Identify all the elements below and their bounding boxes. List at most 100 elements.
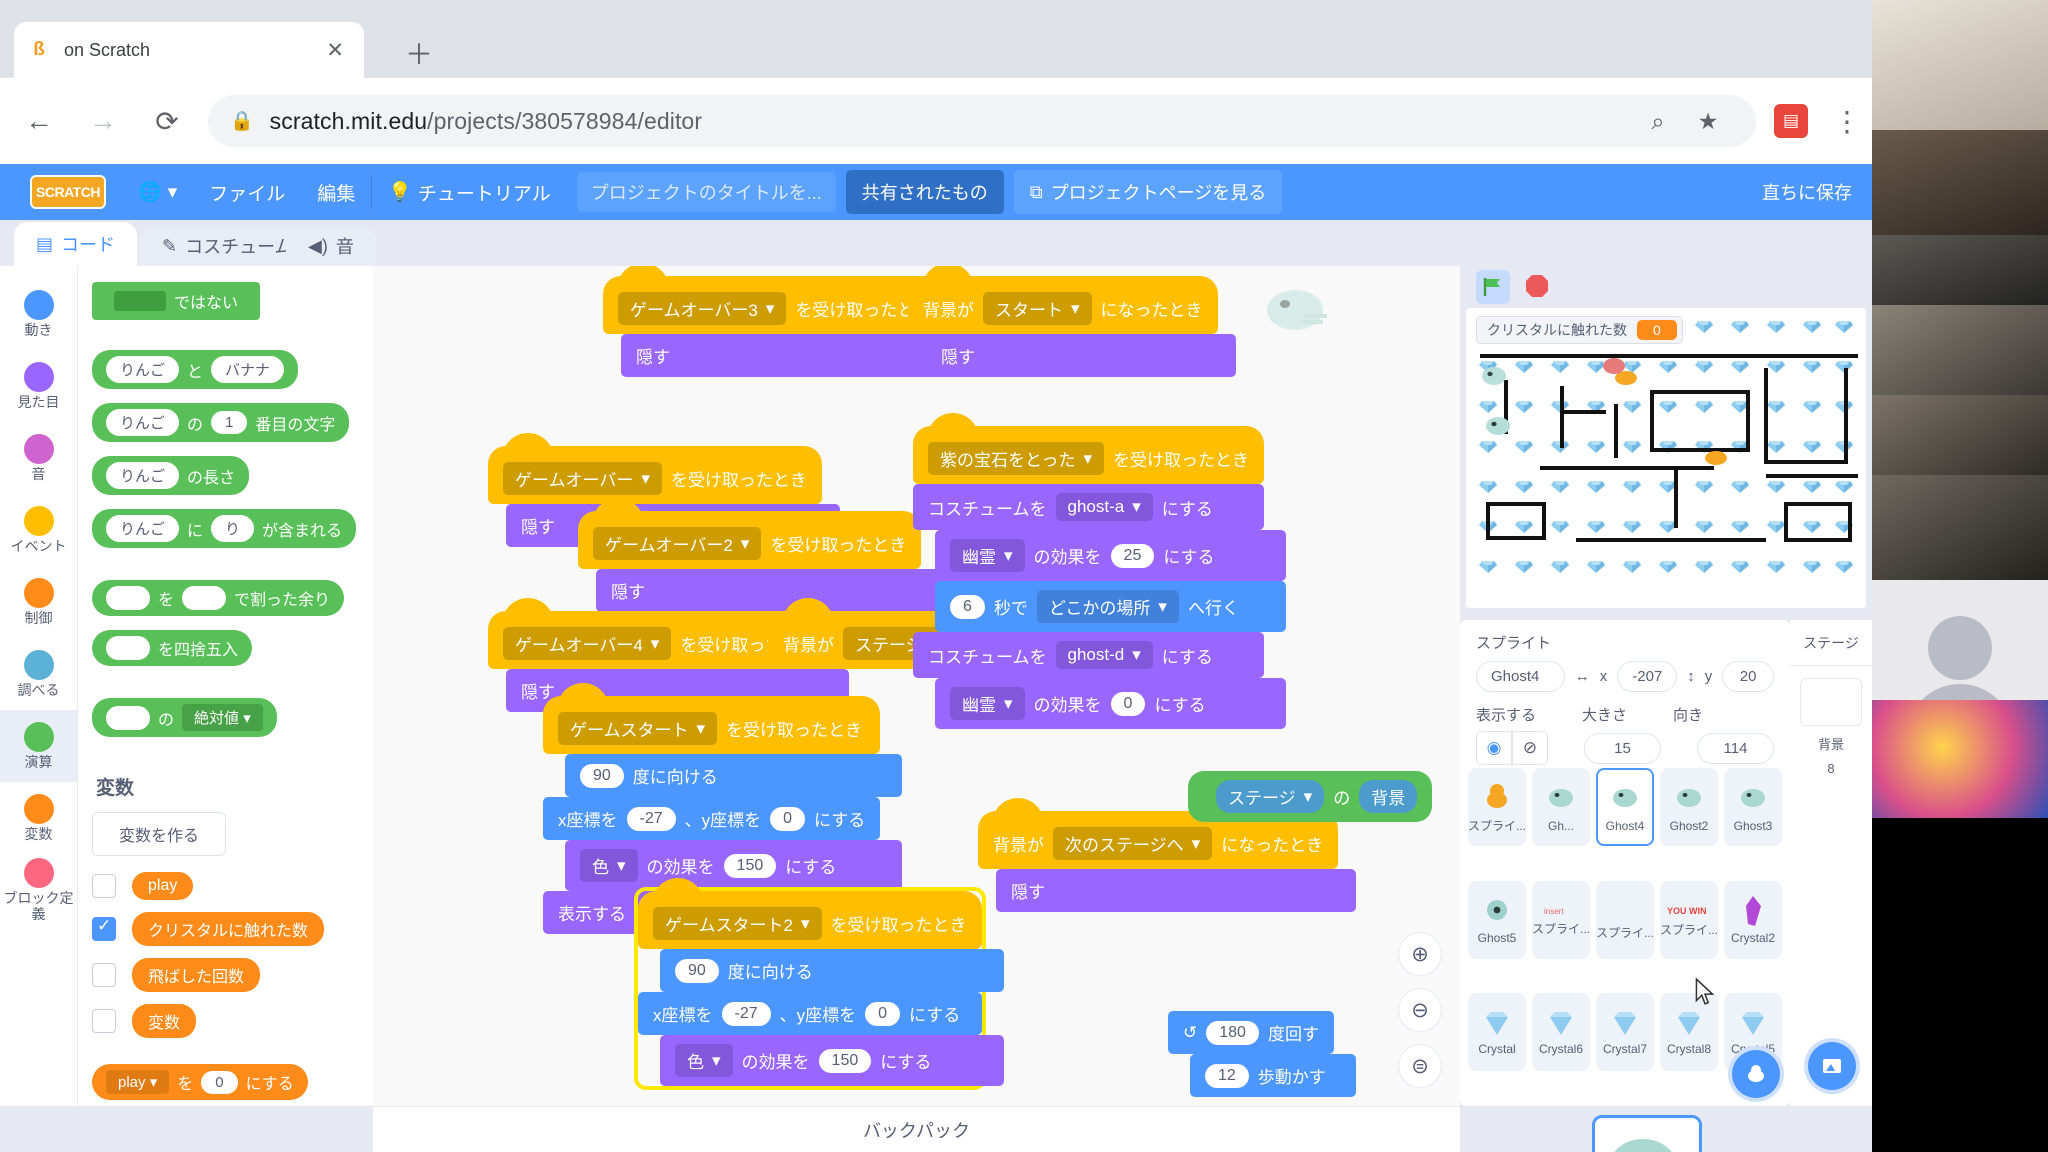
- participant-video-5[interactable]: [1872, 395, 2048, 475]
- block-switch-costume[interactable]: コスチュームを ghost-d ▾ にする: [913, 632, 1265, 678]
- hat-block-receive[interactable]: ゲームスタート ▾ を受け取ったとき: [543, 683, 881, 754]
- extension-icon[interactable]: ▤: [1774, 104, 1808, 138]
- block-move-steps[interactable]: 12 歩動かす: [1190, 1054, 1356, 1097]
- block-set-effect[interactable]: 色 ▾ の効果を 150 にする: [660, 1035, 1004, 1086]
- zoom-reset-button[interactable]: ⊜: [1398, 1044, 1442, 1088]
- message-dropdown[interactable]: ゲームオーバー3 ▾: [618, 292, 787, 325]
- save-now-button[interactable]: 直ちに保存: [1762, 179, 1852, 205]
- block-backdrop-of[interactable]: ステージ ▾ の 背景: [1188, 771, 1433, 822]
- stop-icon[interactable]: [1524, 273, 1552, 301]
- palette-block-not[interactable]: ではない: [92, 282, 261, 320]
- backpack-bar[interactable]: バックパック: [373, 1106, 1460, 1152]
- code-canvas[interactable]: ゲームオーバー3▾ を受け取ったとき 隠す 背景が スタート▾ になったとき: [373, 266, 1460, 1106]
- category-my-blocks[interactable]: ブロック定義: [0, 854, 77, 926]
- script-backdrop-next[interactable]: 背景が 次のステージへ ▾ になったとき 隠す: [978, 798, 1357, 912]
- category-events[interactable]: イベント: [0, 494, 77, 566]
- tab-sounds[interactable]: ◀) 音: [286, 226, 376, 266]
- forward-icon[interactable]: →: [78, 96, 128, 146]
- property-dropdown[interactable]: 背景: [1359, 780, 1418, 813]
- sprite-cell-selected[interactable]: Ghost4: [1596, 768, 1654, 846]
- back-icon[interactable]: ←: [14, 96, 64, 146]
- dragged-sprite-preview[interactable]: [1592, 1115, 1702, 1152]
- mod-operand-a[interactable]: [106, 586, 150, 610]
- hat-block-receive[interactable]: ゲームオーバー3 ▾ を受け取ったとき: [603, 266, 947, 334]
- message-dropdown[interactable]: ゲームオーバー2 ▾: [593, 527, 762, 560]
- browser-tab[interactable]: ß on Scratch ✕: [14, 22, 364, 78]
- add-backdrop-button[interactable]: [1808, 1042, 1856, 1090]
- mathop-operand[interactable]: [106, 705, 150, 730]
- palette-block-set-variable[interactable]: play ▾ を 0 にする: [92, 1064, 308, 1100]
- effect-dropdown[interactable]: 色 ▾: [675, 1044, 733, 1077]
- costume-dropdown[interactable]: ghost-d ▾: [1055, 641, 1153, 669]
- participant-video-2[interactable]: [1872, 130, 2048, 235]
- block-turn-right[interactable]: ↺ 180 度回す: [1168, 1011, 1334, 1054]
- category-variables[interactable]: 変数: [0, 782, 77, 854]
- variable-row[interactable]: クリスタルに触れた数: [92, 912, 373, 946]
- sprite-cell[interactable]: Ghost5: [1468, 880, 1526, 959]
- variable-checkbox[interactable]: [92, 963, 116, 987]
- block-hide[interactable]: 隠す: [596, 569, 940, 612]
- script-gameover2[interactable]: ゲームオーバー2 ▾ を受け取ったとき 隠す: [578, 498, 940, 612]
- variable-pill[interactable]: 変数: [132, 1004, 197, 1038]
- variable-monitor[interactable]: クリスタルに触れた数 0: [1476, 316, 1683, 344]
- scratch-logo[interactable]: SCRATCH: [14, 164, 122, 220]
- backdrop-dropdown[interactable]: 次のステージへ ▾: [1053, 827, 1213, 860]
- variable-checkbox[interactable]: [92, 1009, 116, 1033]
- sprite-cell[interactable]: Crystal: [1468, 993, 1526, 1072]
- costume-dropdown[interactable]: ghost-a ▾: [1055, 493, 1153, 521]
- menu-tutorial[interactable]: 💡 チュートリアル: [372, 164, 566, 220]
- browser-menu-icon[interactable]: ⋮: [1822, 96, 1872, 146]
- variable-checkbox[interactable]: [92, 916, 116, 941]
- eye-off-icon[interactable]: ⊘: [1512, 731, 1548, 765]
- hat-block-receive[interactable]: ゲームオーバー ▾ を受け取ったとき: [488, 433, 822, 504]
- project-title-input[interactable]: プロジェクトのタイトルを...: [576, 172, 836, 212]
- category-operators[interactable]: 演算: [0, 710, 77, 782]
- category-sound[interactable]: 音: [0, 422, 77, 494]
- participant-video-6[interactable]: [1872, 475, 2048, 580]
- participant-video-8[interactable]: [1872, 700, 2048, 818]
- participant-video-1[interactable]: [1872, 0, 2048, 130]
- set-variable-dropdown[interactable]: play ▾: [106, 1070, 170, 1094]
- stage-selector[interactable]: ステージ 背景 8: [1790, 620, 1872, 1106]
- block-glide-to[interactable]: 6 秒で どこかの場所 ▾ へ行く: [935, 581, 1287, 632]
- make-variable-button[interactable]: 変数を作る: [92, 812, 227, 856]
- new-tab-button[interactable]: ＋: [400, 34, 438, 72]
- sprite-cell[interactable]: Ghost3: [1724, 768, 1782, 846]
- sprite-cell[interactable]: スプライ...: [1468, 768, 1526, 846]
- effect-dropdown[interactable]: 色 ▾: [580, 849, 638, 882]
- hat-block-backdrop-switch[interactable]: 背景が スタート ▾ になったとき: [908, 266, 1218, 334]
- shared-button[interactable]: 共有されたもの: [845, 170, 1004, 214]
- variable-checkbox[interactable]: [92, 874, 116, 898]
- address-bar[interactable]: 🔒 scratch.mit.edu/projects/380578984/edi…: [208, 95, 1756, 147]
- palette-block-length-of[interactable]: りんご の長さ: [92, 456, 250, 495]
- category-motion[interactable]: 動き: [0, 278, 77, 350]
- sprite-cell[interactable]: Crystal8: [1660, 993, 1718, 1072]
- palette-block-mathop[interactable]: の 絶対値 ▾: [92, 698, 277, 737]
- sprite-cell[interactable]: Ghost2: [1660, 768, 1718, 846]
- category-looks[interactable]: 見た目: [0, 350, 77, 422]
- menu-file[interactable]: ファイル: [193, 164, 301, 220]
- sprite-cell[interactable]: insert スプライ...: [1532, 880, 1590, 959]
- reload-icon[interactable]: ⟳: [142, 96, 192, 146]
- bookmark-star-icon[interactable]: ★: [1686, 99, 1730, 143]
- backdrop-dropdown[interactable]: スタート ▾: [983, 292, 1092, 325]
- palette-block-round[interactable]: を四捨五入: [92, 630, 253, 666]
- hat-block-receive[interactable]: ゲームスタート2 ▾ を受け取ったとき: [638, 878, 982, 949]
- block-goto-xy[interactable]: x座標を -27 、y座標を 0 にする: [543, 797, 881, 840]
- eye-icon[interactable]: ◉: [1476, 731, 1512, 765]
- category-control[interactable]: 制御: [0, 566, 77, 638]
- participant-avatar-7[interactable]: [1872, 580, 2048, 700]
- glide-target-dropdown[interactable]: どこかの場所 ▾: [1036, 590, 1179, 623]
- round-operand[interactable]: [106, 636, 150, 660]
- block-set-effect[interactable]: 色 ▾ の効果を 150 にする: [565, 840, 903, 891]
- mod-operand-b[interactable]: [182, 586, 227, 610]
- target-dropdown[interactable]: ステージ ▾: [1216, 780, 1325, 813]
- palette-block-letter-of[interactable]: りんご の 1 番目の文字: [92, 403, 350, 442]
- sprite-name-input[interactable]: Ghost4: [1476, 661, 1565, 692]
- variable-pill[interactable]: クリスタルに触れた数: [132, 912, 325, 946]
- effect-dropdown[interactable]: 幽霊 ▾: [950, 687, 1025, 720]
- script-turn-move[interactable]: ↺ 180 度回す 12 歩動かす: [1168, 1011, 1356, 1097]
- block-point-direction[interactable]: 90 度に向ける: [660, 949, 1004, 992]
- sprite-cell[interactable]: Crystal6: [1532, 993, 1590, 1072]
- block-switch-costume[interactable]: コスチュームを ghost-a ▾ にする: [913, 484, 1265, 530]
